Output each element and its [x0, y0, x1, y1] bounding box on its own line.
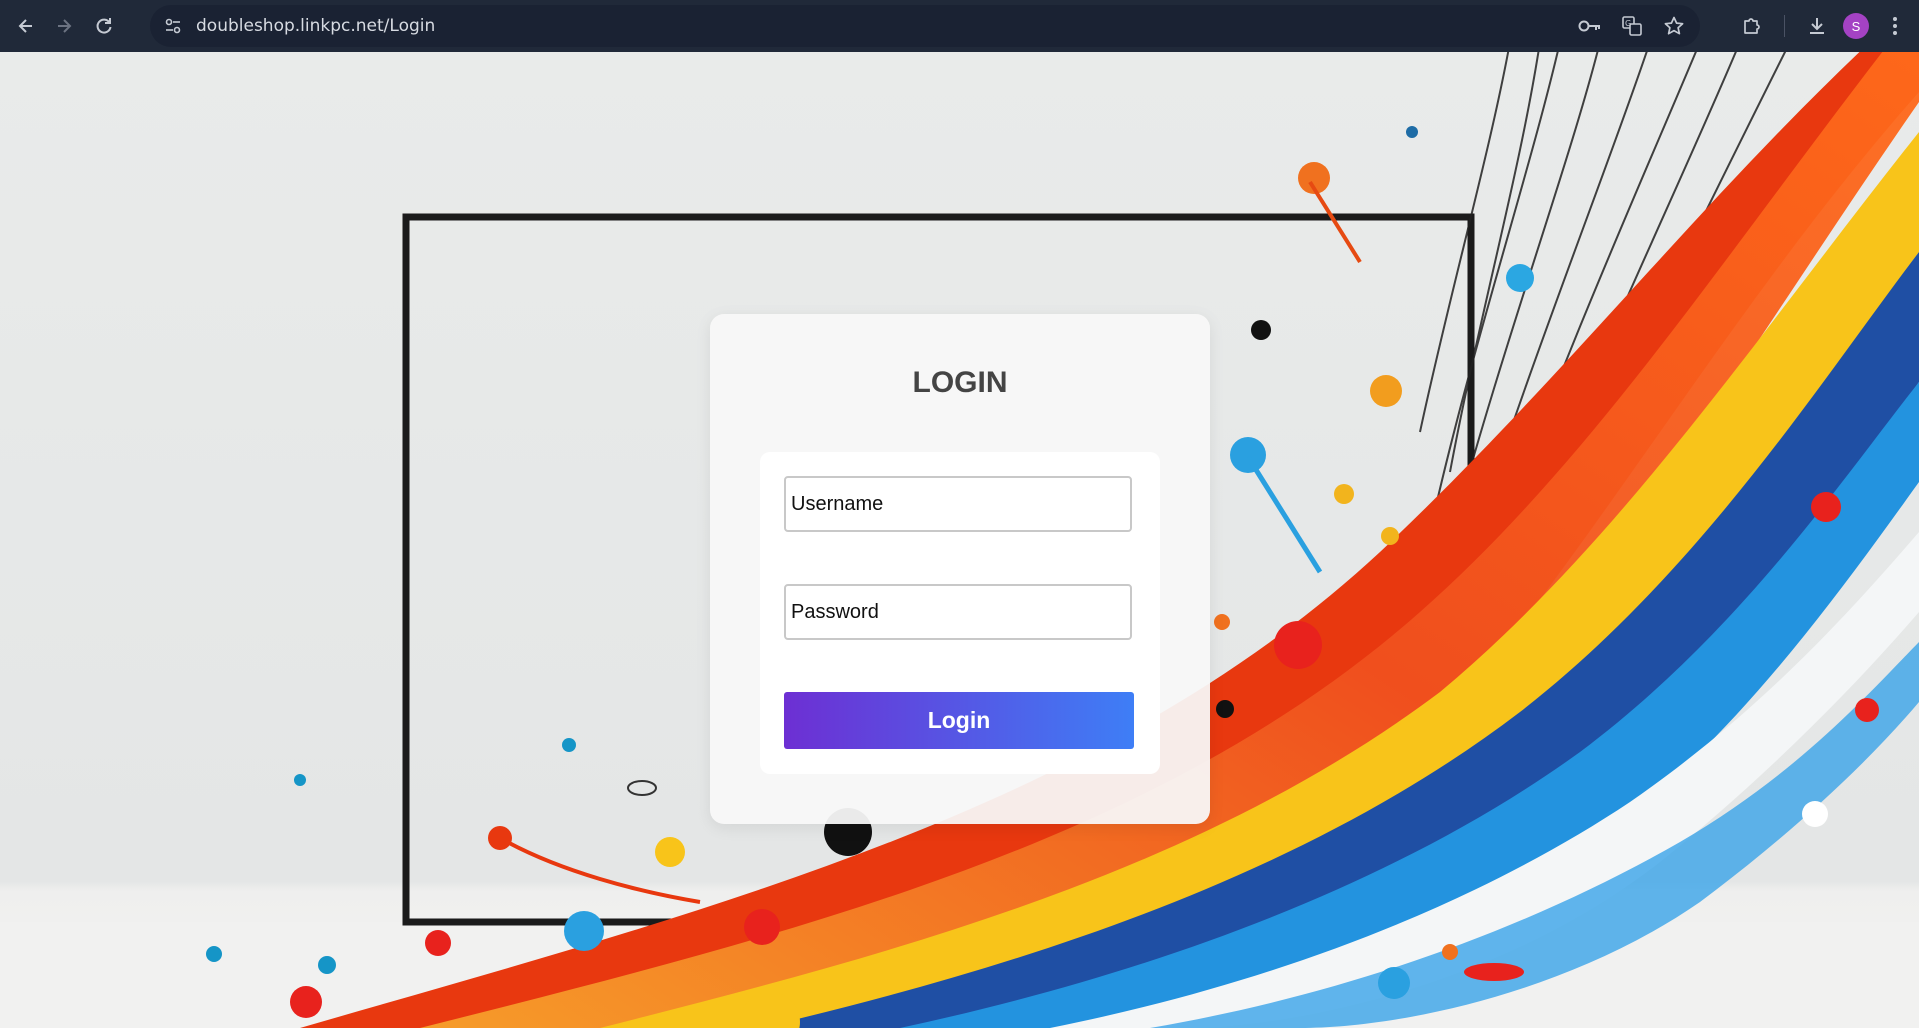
- password-manager-button[interactable]: [1576, 12, 1604, 40]
- toolbar-divider: [1784, 15, 1785, 37]
- translate-icon: G: [1622, 16, 1642, 36]
- username-input[interactable]: [784, 476, 1132, 532]
- login-title: LOGIN: [912, 366, 1008, 399]
- login-form: Login: [760, 452, 1160, 774]
- address-bar[interactable]: doubleshop.linkpc.net/Login G: [150, 5, 1700, 47]
- browser-menu-button[interactable]: [1881, 12, 1909, 40]
- translate-button[interactable]: G: [1618, 12, 1646, 40]
- password-input[interactable]: [784, 584, 1132, 640]
- site-settings-icon: [165, 18, 181, 34]
- url-text[interactable]: doubleshop.linkpc.net/Login: [196, 16, 435, 36]
- page-viewport: LOGIN Login: [0, 52, 1919, 1028]
- login-button[interactable]: Login: [784, 692, 1134, 749]
- site-info-button[interactable]: [158, 11, 188, 41]
- key-icon: [1578, 20, 1600, 32]
- kebab-menu-icon: [1893, 17, 1897, 35]
- reload-button[interactable]: [86, 8, 122, 44]
- star-icon: [1664, 16, 1684, 35]
- back-button[interactable]: [8, 8, 44, 44]
- downloads-button[interactable]: [1803, 12, 1831, 40]
- browser-toolbar: doubleshop.linkpc.net/Login G S: [0, 0, 1919, 52]
- forward-button[interactable]: [46, 8, 82, 44]
- puzzle-icon: [1744, 18, 1760, 34]
- extensions-button[interactable]: [1738, 12, 1766, 40]
- download-icon: [1810, 18, 1824, 34]
- login-card: LOGIN Login: [710, 314, 1210, 824]
- bookmark-button[interactable]: [1660, 12, 1688, 40]
- back-arrow-icon: [18, 19, 32, 33]
- svg-text:G: G: [1625, 19, 1631, 28]
- reload-icon: [96, 18, 112, 34]
- profile-avatar[interactable]: S: [1843, 13, 1869, 39]
- forward-arrow-icon: [58, 19, 72, 33]
